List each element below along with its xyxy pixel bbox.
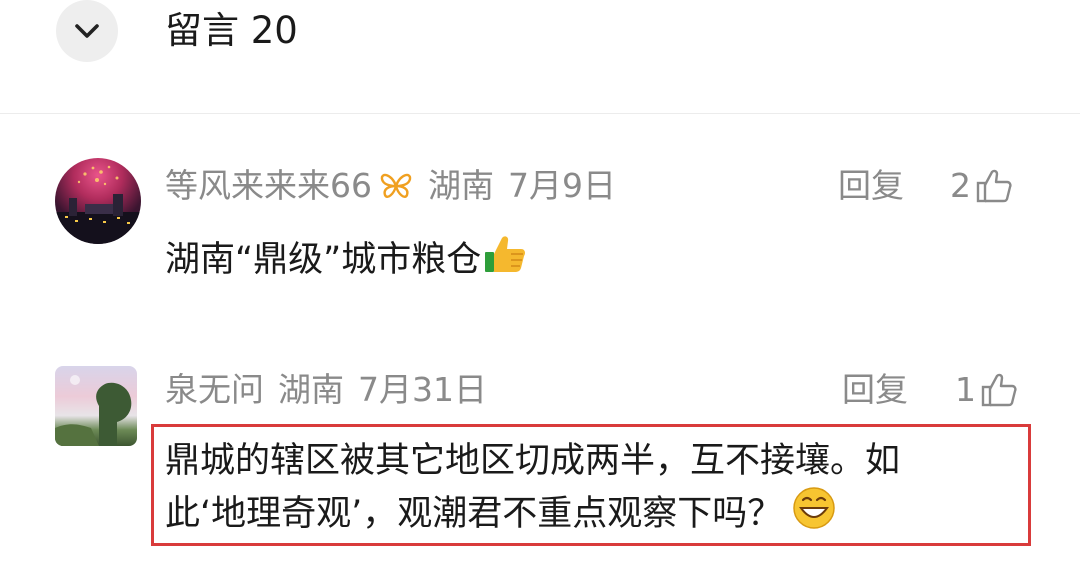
reply-button[interactable]: 回复 [838,164,904,208]
thumbs-up-icon [981,373,1017,407]
chevron-down-icon [75,24,99,38]
comment-line-last: 此‘地理奇观’，观潮君不重点观察下吗？ [165,486,1025,544]
thumbs-up-icon [976,169,1012,203]
comments-page: 留言 20 等风来来来66 湖南 7月9日 回复 2 湖南“鼎级”城市粮仓 泉无… [0,0,1080,570]
collapse-button[interactable] [56,0,118,62]
comment-meta: 等风来来来66 湖南 7月9日 [165,164,616,208]
avatar[interactable] [55,366,137,446]
comment-body: 湖南“鼎级”城市粮仓 [165,240,482,280]
like-button[interactable]: 2 [950,164,1013,208]
avatar[interactable] [55,158,141,244]
butterfly-icon [378,171,414,201]
like-button[interactable]: 1 [955,368,1018,412]
comment-line: 此‘地理奇观’，观潮君不重点观察下吗？ [165,494,783,534]
comments-count-title: 留言 20 [165,9,298,52]
like-count: 2 [950,166,971,205]
comment-text: 鼎城的辖区被其它地区切成两半，互不接壤。如 此‘地理奇观’，观潮君不重点观察下吗… [165,436,1025,544]
thumbs-up-emoji-icon [483,234,527,286]
header-divider [0,113,1080,114]
comment-meta: 泉无问 湖南 7月31日 [165,368,487,412]
date: 7月9日 [508,166,616,205]
date: 7月31日 [358,370,487,409]
landscape-image [55,375,132,446]
fireworks-city-image [55,165,141,244]
grinning-face-emoji-icon [792,486,836,544]
location: 湖南 [278,370,344,409]
location: 湖南 [428,166,494,205]
comment-line: 鼎城的辖区被其它地区切成两半，互不接壤。如 [165,441,901,481]
username[interactable]: 泉无问 [165,368,264,412]
comments-header: 留言 20 [0,0,1080,114]
username[interactable]: 等风来来来66 [165,164,372,208]
like-count: 1 [955,370,976,409]
reply-button[interactable]: 回复 [842,368,908,412]
comment-text: 湖南“鼎级”城市粮仓 [165,234,527,286]
